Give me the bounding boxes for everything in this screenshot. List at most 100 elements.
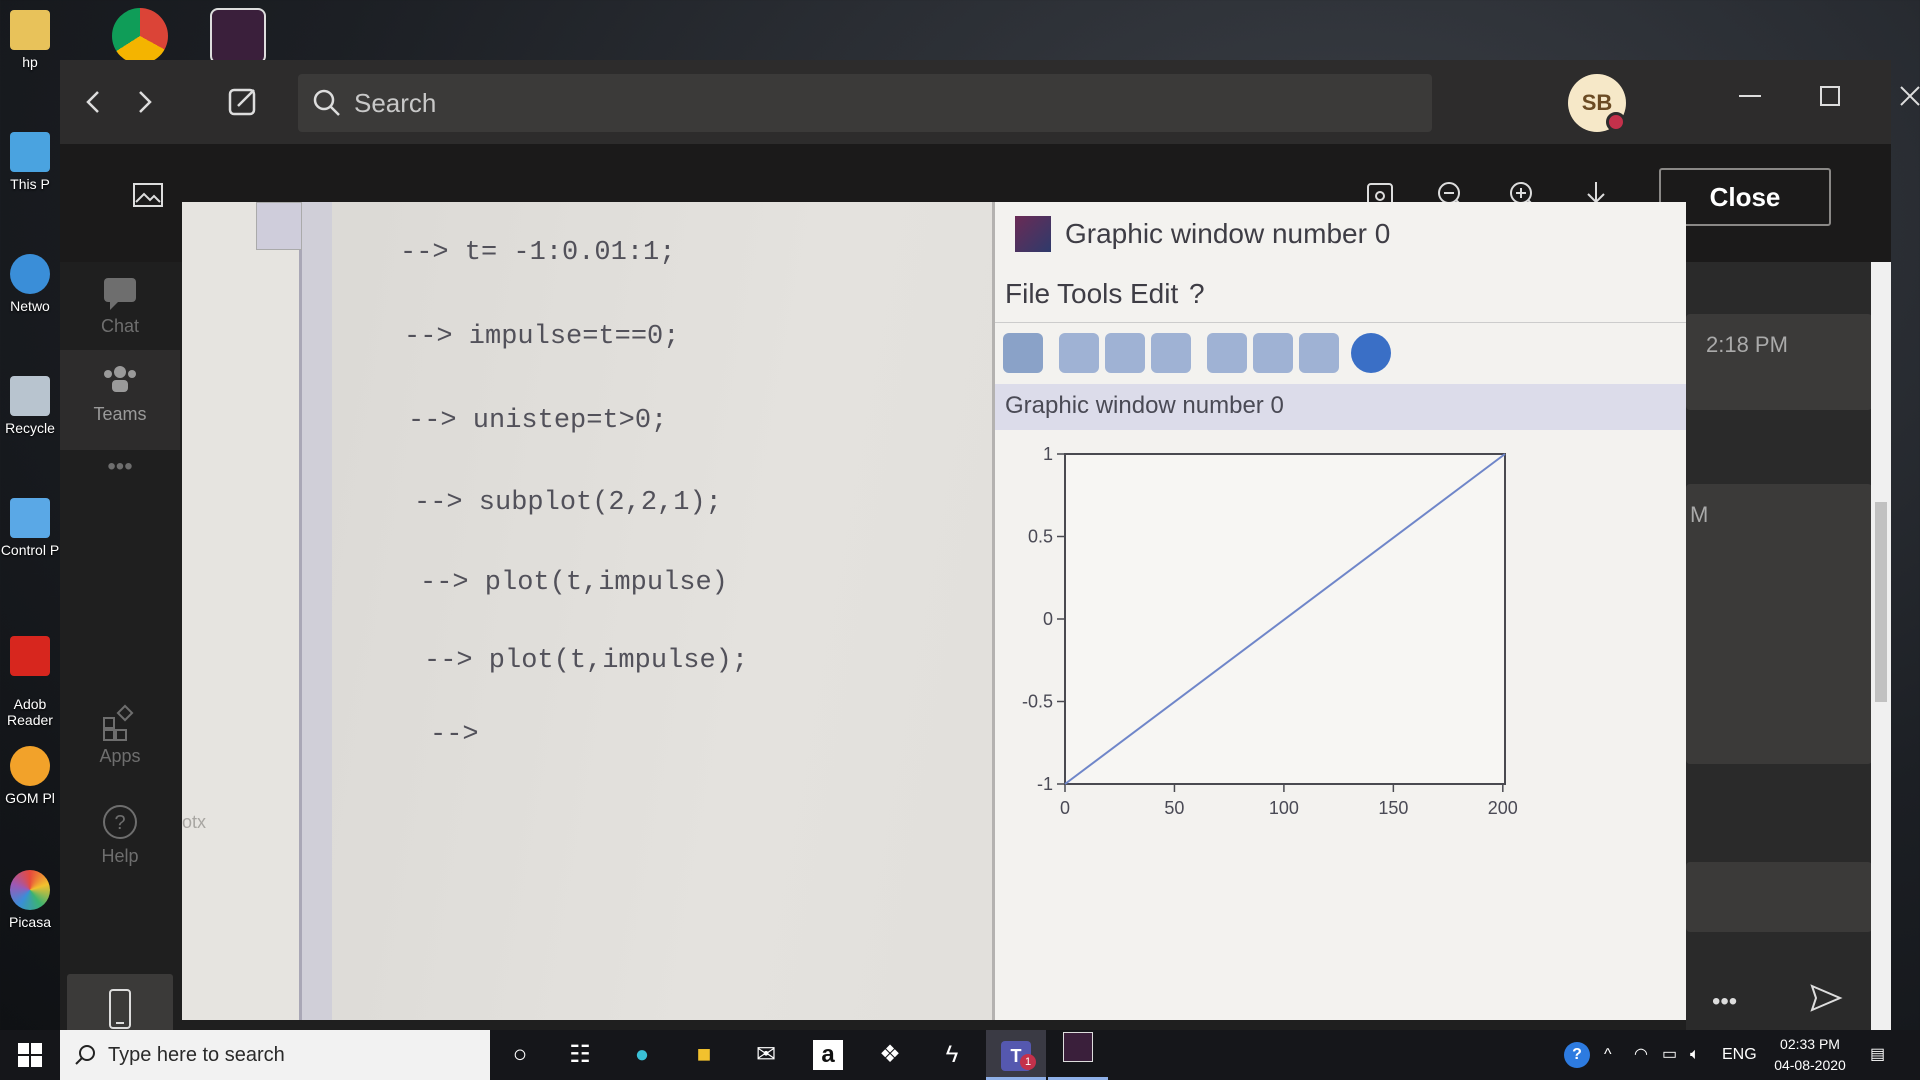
- move-icon[interactable]: [1299, 333, 1339, 373]
- scilab-icon[interactable]: [210, 8, 266, 64]
- desktop-icon-recycle-bin[interactable]: Recycle: [0, 376, 60, 436]
- picasa-icon: [10, 870, 50, 910]
- minimize-button[interactable]: [1722, 78, 1778, 126]
- maximize-icon: [1820, 86, 1840, 106]
- wifi-tray[interactable]: ◠: [1634, 1030, 1648, 1080]
- message-card: M: [1686, 484, 1872, 764]
- console-line: --> unistep=t>0;: [408, 406, 668, 436]
- battery-tray[interactable]: ▭: [1662, 1030, 1677, 1080]
- taskbar-app[interactable]: ϟ: [922, 1030, 982, 1080]
- message-time: M: [1690, 502, 1709, 527]
- hierarchy-icon[interactable]: [1253, 333, 1293, 373]
- task-view-button[interactable]: ☷: [550, 1030, 610, 1080]
- back-button[interactable]: [74, 82, 114, 122]
- menu-help[interactable]: ?: [1189, 278, 1205, 310]
- svg-text:?: ?: [114, 812, 125, 834]
- network-icon: [10, 254, 50, 294]
- zoom-area-icon[interactable]: [1151, 333, 1191, 373]
- taskbar-mail[interactable]: ✉: [736, 1030, 796, 1080]
- desktop-icon-picasa[interactable]: Picasa: [0, 870, 60, 930]
- cortana-button[interactable]: ○: [490, 1030, 550, 1080]
- message-time: 2:18 PM: [1706, 332, 1788, 357]
- taskbar-search-box[interactable]: [60, 1030, 490, 1080]
- grid-zoom-icon[interactable]: [1059, 333, 1099, 373]
- desktop-icon-this-pc[interactable]: This P: [0, 132, 60, 192]
- search-icon: [313, 89, 340, 116]
- console-line: --> plot(t,impulse): [420, 568, 728, 598]
- help-tray-icon[interactable]: ?: [1564, 1030, 1590, 1080]
- scrollbar[interactable]: [1871, 262, 1891, 1030]
- desktop-icon-label: This P: [10, 176, 50, 192]
- datatip-icon[interactable]: [1003, 333, 1043, 373]
- show-hidden-icons[interactable]: ^: [1604, 1030, 1612, 1080]
- help-circle-icon[interactable]: [1351, 333, 1391, 373]
- recycle-bin-icon: [10, 376, 50, 416]
- chevron-right-icon: [139, 91, 152, 113]
- taskbar-scilab[interactable]: [1048, 1030, 1108, 1080]
- taskbar-dropbox[interactable]: ❖: [860, 1030, 920, 1080]
- rail-item-chat[interactable]: Chat: [60, 262, 180, 362]
- desktop-icons: hp This P Netwo Recycle Control P Adob R…: [0, 0, 60, 1030]
- desktop-icon-label: Netwo: [10, 298, 50, 314]
- clock-date: 04-08-2020: [1774, 1057, 1846, 1073]
- desktop-icon-control-panel[interactable]: Control P: [0, 498, 60, 558]
- more-options-button[interactable]: •••: [1712, 988, 1737, 1016]
- photo-side-text: otx: [182, 812, 207, 832]
- desktop-icon-network[interactable]: Netwo: [0, 254, 60, 314]
- close-icon: [1900, 86, 1920, 106]
- image-icon: [133, 183, 163, 207]
- console-line: -->: [430, 720, 479, 750]
- window-icon[interactable]: [1207, 333, 1247, 373]
- title-bar: SB: [60, 60, 1920, 144]
- taskbar-amazon[interactable]: a: [798, 1030, 858, 1080]
- console-line: --> subplot(2,2,1);: [414, 488, 722, 518]
- taskbar-search-input[interactable]: [108, 1030, 478, 1080]
- notifications-icon: ▤: [1870, 1046, 1886, 1063]
- mail-icon: ✉: [755, 1041, 777, 1068]
- send-icon: [1810, 984, 1843, 1012]
- edge-icon: ●: [634, 1041, 650, 1068]
- zoom-icon[interactable]: [1105, 333, 1145, 373]
- send-button[interactable]: [1806, 978, 1846, 1023]
- search-input[interactable]: [354, 74, 1414, 132]
- app-rail: Chat Teams ••• Apps ? Help: [60, 262, 180, 1044]
- menu-file[interactable]: File: [1005, 278, 1050, 310]
- new-chat-button[interactable]: [224, 82, 264, 122]
- clock[interactable]: 02:33 PM 04-08-2020: [1766, 1034, 1854, 1076]
- folder-icon: [10, 10, 50, 50]
- teams-icon: [104, 366, 136, 392]
- help-icon: ?: [103, 805, 137, 839]
- close-window-button[interactable]: [1882, 78, 1920, 126]
- x-tick-label: 200: [1488, 798, 1518, 818]
- rail-item-teams[interactable]: Teams: [60, 350, 180, 450]
- search-box[interactable]: [298, 74, 1432, 132]
- taskbar-edge[interactable]: ●: [612, 1030, 672, 1080]
- desktop-icon-gom-player[interactable]: GOM Pl: [0, 746, 60, 806]
- scrollbar-thumb[interactable]: [1875, 502, 1887, 702]
- compose-box[interactable]: [1686, 862, 1872, 932]
- adobe-reader-icon: [10, 636, 50, 676]
- rail-item-more[interactable]: •••: [60, 452, 180, 552]
- desktop-icon-adobe-reader[interactable]: Adob Reader: [0, 620, 60, 728]
- windows-logo-icon: [18, 1043, 42, 1067]
- plot-area: 1 0.5 0 -0.5 -1 0 50 100 150 200: [1022, 444, 1518, 818]
- action-center-button[interactable]: ▤: [1870, 1030, 1885, 1080]
- forward-button[interactable]: [124, 82, 164, 122]
- rail-item-apps[interactable]: Apps: [60, 692, 180, 792]
- x-tick-label: 150: [1378, 798, 1408, 818]
- desktop-icon-hp[interactable]: hp: [0, 10, 60, 70]
- shared-photo: otx --> t= -1:0.01:1; --> impulse=t==0; …: [182, 202, 1686, 1020]
- menu-edit[interactable]: Edit: [1130, 278, 1178, 310]
- chrome-icon[interactable]: [112, 8, 168, 64]
- start-button[interactable]: [0, 1030, 60, 1080]
- taskbar-file-explorer[interactable]: ■: [674, 1030, 734, 1080]
- computer-icon: [10, 132, 50, 172]
- image-info-button[interactable]: [126, 174, 170, 218]
- rail-item-help[interactable]: ? Help: [60, 792, 180, 892]
- language-indicator[interactable]: ENG: [1722, 1030, 1757, 1080]
- volume-tray[interactable]: 🔈︎: [1690, 1030, 1700, 1080]
- maximize-button[interactable]: [1802, 78, 1858, 126]
- battery-icon: ▭: [1662, 1046, 1678, 1063]
- menu-tools[interactable]: Tools: [1057, 278, 1122, 310]
- taskbar-teams[interactable]: T 1: [986, 1030, 1046, 1080]
